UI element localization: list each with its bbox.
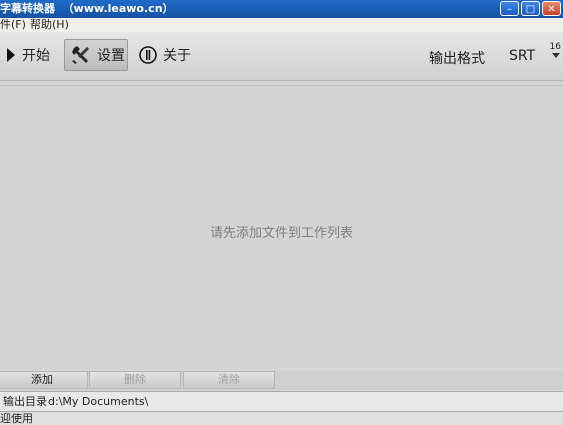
settings-button[interactable]: 设置 xyxy=(64,39,128,71)
menu-help[interactable]: 帮助(H) xyxy=(30,18,69,32)
output-directory-label: 输出目录 xyxy=(3,395,47,408)
maximize-button[interactable]: □ xyxy=(521,1,540,16)
output-directory-path[interactable]: d:\My Documents\ xyxy=(48,392,148,411)
overflow-number: 16 xyxy=(549,42,561,52)
tools-icon xyxy=(71,45,91,65)
list-buttons: 添加 删除 清除 xyxy=(0,371,563,389)
title-bar: 字幕转换器 （www.leawo.cn） – □ ✕ xyxy=(0,0,563,18)
output-directory-bar: 输出目录 d:\My Documents\ xyxy=(0,391,563,412)
start-button[interactable]: 开始 xyxy=(6,39,50,71)
file-list[interactable]: 请先添加文件到工作列表 xyxy=(0,85,563,371)
menu-bar: 件(F) 帮助(H) xyxy=(0,18,563,32)
chevron-down-icon[interactable] xyxy=(552,53,560,58)
toolbar: 开始 设置 关于 输出格式 SRT 16 xyxy=(0,32,563,81)
play-icon xyxy=(6,47,16,63)
add-button[interactable]: 添加 xyxy=(0,371,88,389)
status-bar: 迎使用 xyxy=(0,412,563,425)
minimize-button[interactable]: – xyxy=(500,1,519,16)
info-icon xyxy=(139,46,157,64)
about-button[interactable]: 关于 xyxy=(139,39,191,71)
clear-button[interactable]: 清除 xyxy=(183,371,275,389)
about-label: 关于 xyxy=(163,48,191,64)
delete-button[interactable]: 删除 xyxy=(89,371,181,389)
empty-list-message: 请先添加文件到工作列表 xyxy=(209,226,353,241)
close-button[interactable]: ✕ xyxy=(542,1,561,16)
window-title: 字幕转换器 （www.leawo.cn） xyxy=(0,2,174,15)
format-select[interactable]: SRT xyxy=(509,48,535,64)
status-text: 迎使用 xyxy=(0,412,33,425)
start-label: 开始 xyxy=(22,48,50,64)
menu-file[interactable]: 件(F) xyxy=(0,18,26,32)
output-format-label: 输出格式 xyxy=(429,51,485,67)
window-controls: – □ ✕ xyxy=(500,1,561,16)
settings-label: 设置 xyxy=(97,48,125,64)
